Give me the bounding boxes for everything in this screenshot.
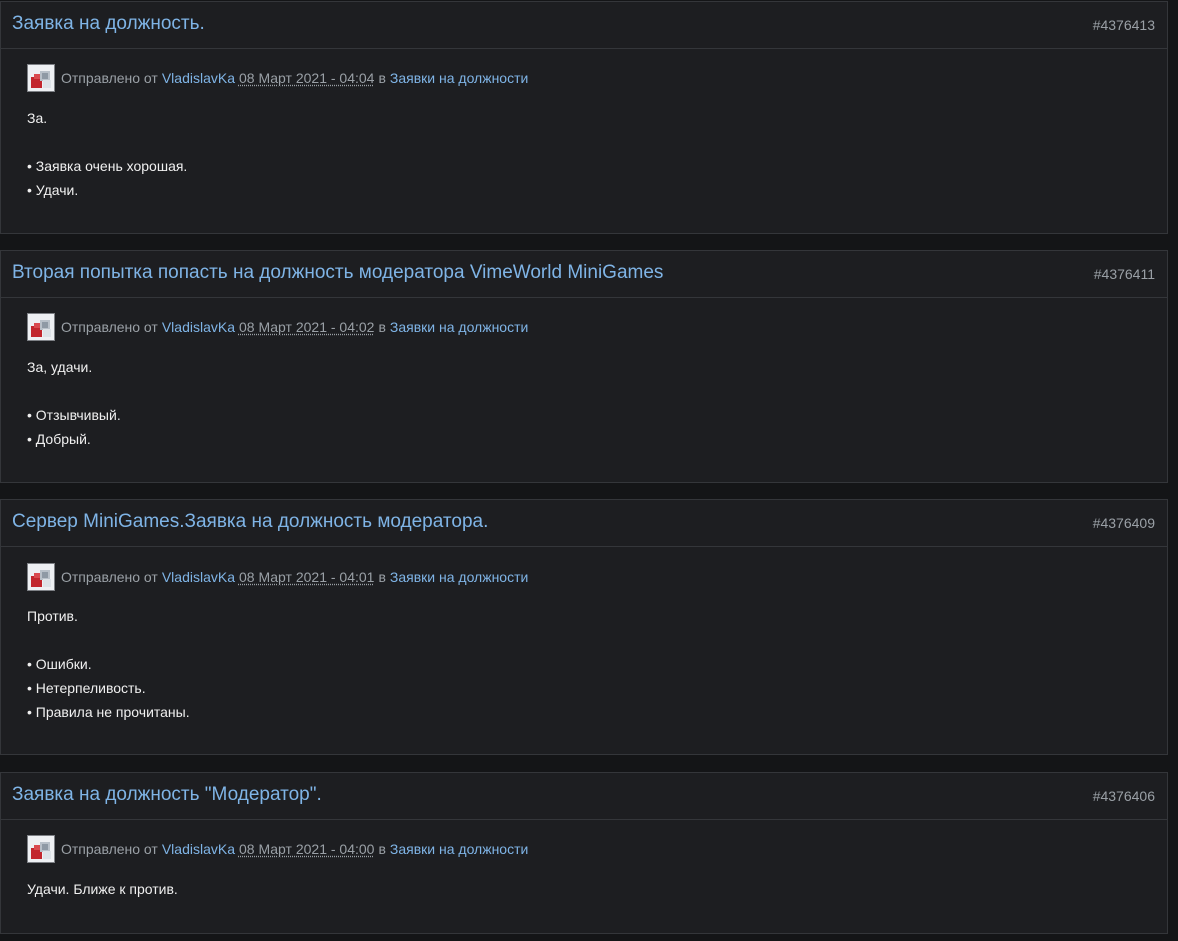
post-meta: Отправлено от VladislavKa 08 Март 2021 -… — [27, 834, 528, 864]
post-title-link[interactable]: Заявка на должность "Модератор". — [12, 784, 322, 806]
in-label: в — [378, 841, 386, 857]
post-meta: Отправлено от VladislavKa 08 Март 2021 -… — [27, 312, 528, 342]
post-date: 08 Март 2021 - 04:02 — [238, 319, 375, 335]
sent-by-label: Отправлено от — [61, 70, 158, 86]
post-card: Сервер MiniGames.Заявка на должность мод… — [0, 499, 1168, 755]
forum-link[interactable]: Заявки на должности — [390, 70, 528, 86]
in-label: в — [378, 70, 386, 86]
post-date: 08 Март 2021 - 04:04 — [238, 70, 375, 86]
post-body-line — [27, 130, 187, 154]
author-link[interactable]: VladislavKa — [162, 841, 235, 857]
post-header: Сервер MiniGames.Заявка на должность мод… — [1, 500, 1167, 547]
post-id-link[interactable]: #4376409 — [1093, 515, 1155, 531]
avatar[interactable] — [27, 563, 55, 591]
post-meta: Отправлено от VladislavKa 08 Март 2021 -… — [27, 63, 528, 93]
author-link[interactable]: VladislavKa — [162, 319, 235, 335]
post-card: Заявка на должность "Модератор". #437640… — [0, 772, 1168, 934]
post-title-link[interactable]: Сервер MiniGames.Заявка на должность мод… — [12, 511, 488, 533]
post-header: Заявка на должность "Модератор". #437640… — [1, 773, 1167, 820]
avatar[interactable] — [27, 64, 55, 92]
post-header: Вторая попытка попасть на должность моде… — [1, 251, 1167, 298]
post-body-line: За, удачи. — [27, 359, 93, 375]
post-body: Удачи. Ближе к против. — [27, 877, 178, 901]
sent-by-label: Отправлено от — [61, 569, 158, 585]
author-link[interactable]: VladislavKa — [162, 569, 235, 585]
forum-link[interactable]: Заявки на должности — [390, 569, 528, 585]
avatar[interactable] — [27, 313, 55, 341]
forum-link[interactable]: Заявки на должности — [390, 319, 528, 335]
post-id-link[interactable]: #4376411 — [1094, 266, 1155, 282]
post-body-line: Удачи. Ближе к против. — [27, 881, 178, 897]
post-title-link[interactable]: Вторая попытка попасть на должность моде… — [12, 262, 663, 284]
post-body-line: • Отзывчивый. — [27, 407, 121, 423]
post-body-line: • Заявка очень хорошая. — [27, 158, 188, 174]
forum-link[interactable]: Заявки на должности — [390, 841, 528, 857]
post-title-link[interactable]: Заявка на должность. — [12, 13, 205, 35]
post-body-line: За. — [27, 110, 48, 126]
post-body-line — [27, 628, 190, 652]
post-body: За. • Заявка очень хорошая. • Удачи. — [27, 106, 187, 202]
post-id-link[interactable]: #4376406 — [1093, 788, 1155, 804]
post-header: Заявка на должность. #4376413 — [1, 2, 1167, 49]
post-body-line — [27, 379, 121, 403]
post-date: 08 Март 2021 - 04:00 — [238, 841, 375, 857]
post-date: 08 Март 2021 - 04:01 — [238, 569, 375, 585]
sent-by-label: Отправлено от — [61, 841, 158, 857]
avatar[interactable] — [27, 835, 55, 863]
post-body-line: Против. — [27, 608, 78, 624]
post-body-line: • Нетерпеливость. — [27, 680, 146, 696]
post-meta: Отправлено от VladislavKa 08 Март 2021 -… — [27, 562, 528, 592]
post-card: Вторая попытка попасть на должность моде… — [0, 250, 1168, 483]
post-body: За, удачи. • Отзывчивый. • Добрый. — [27, 355, 121, 451]
post-body-line: • Правила не прочитаны. — [27, 704, 190, 720]
post-body-line: • Удачи. — [27, 182, 79, 198]
post-card: Заявка на должность. #4376413 Отправлено… — [0, 1, 1168, 234]
post-body-line: • Добрый. — [27, 431, 91, 447]
in-label: в — [378, 319, 386, 335]
post-body: Против. • Ошибки. • Нетерпеливость. • Пр… — [27, 604, 190, 724]
in-label: в — [378, 569, 386, 585]
sent-by-label: Отправлено от — [61, 319, 158, 335]
author-link[interactable]: VladislavKa — [162, 70, 235, 86]
post-body-line: • Ошибки. — [27, 656, 92, 672]
post-id-link[interactable]: #4376413 — [1093, 17, 1155, 33]
